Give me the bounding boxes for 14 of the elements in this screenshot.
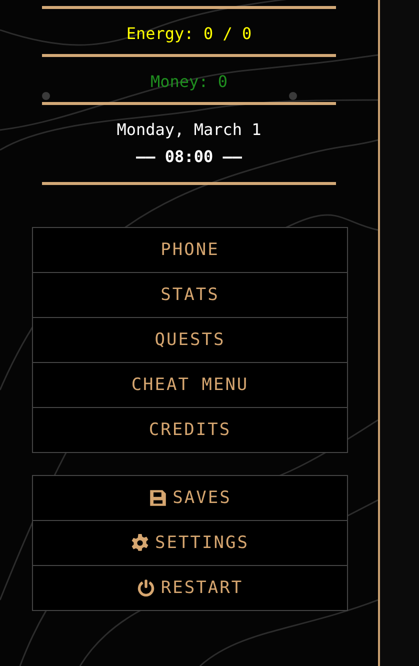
money-counter: Money: 0: [150, 71, 228, 93]
menu-button[interactable]: CREDITS: [33, 407, 347, 452]
menu-button[interactable]: PHONE: [33, 228, 347, 272]
date-label: Monday, March 1: [116, 119, 262, 141]
energy-counter: Energy: 0 / 0: [126, 23, 252, 45]
time-label: —— 08:00 ——: [136, 146, 242, 168]
restart-button[interactable]: RESTART: [33, 565, 347, 610]
menu-button[interactable]: STATS: [33, 272, 347, 317]
settings-icon: [131, 534, 150, 552]
menu-button[interactable]: CHEAT MENU: [33, 362, 347, 407]
settings-button[interactable]: SETTINGS: [33, 520, 347, 565]
power-icon: [136, 579, 155, 597]
saves-button[interactable]: SAVES: [33, 476, 347, 520]
menu-button[interactable]: QUESTS: [33, 317, 347, 362]
